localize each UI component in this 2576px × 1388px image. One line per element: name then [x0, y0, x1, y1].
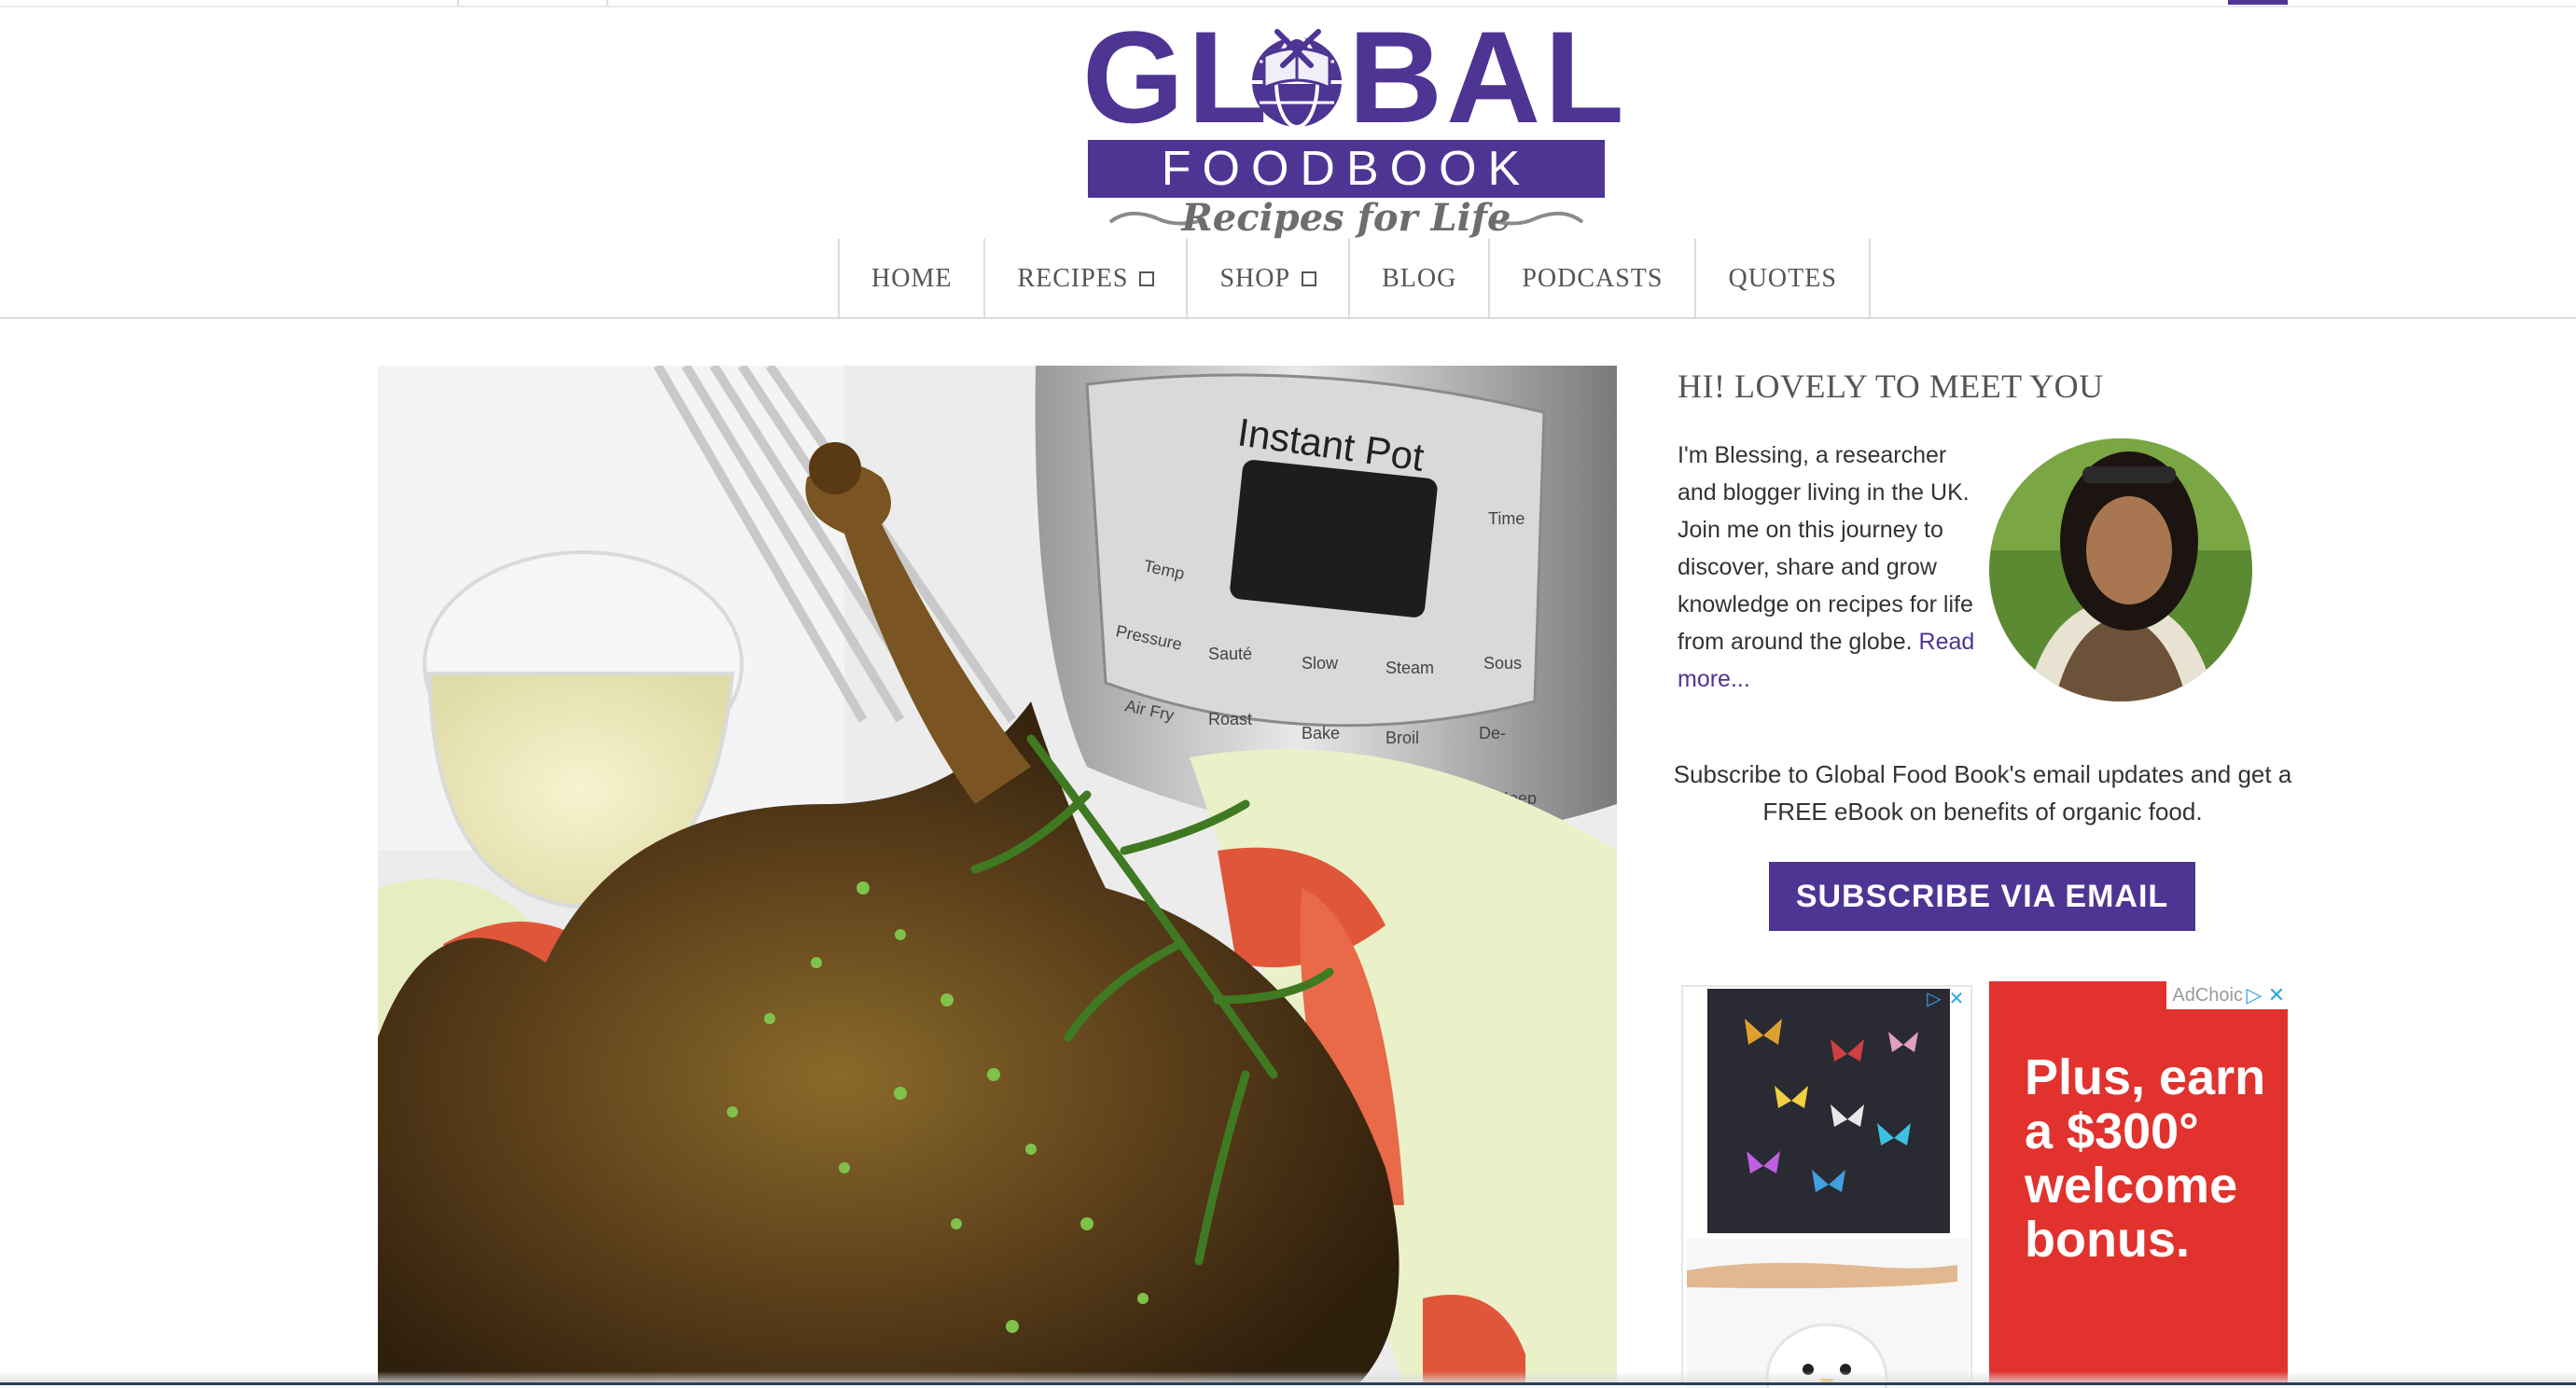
top-strip-tab[interactable] [2228, 0, 2288, 5]
svg-text:Broil: Broil [1385, 729, 1419, 747]
square-caret-icon [1139, 271, 1155, 286]
nav-item-home[interactable]: HOME [840, 239, 986, 319]
svg-text:Slow: Slow [1302, 654, 1339, 673]
adchoices-icon[interactable]: ▷ [2243, 983, 2265, 1007]
night-light-image[interactable] [1687, 1239, 1969, 1388]
svg-text:Sous: Sous [1483, 654, 1522, 673]
nav-item-recipes[interactable]: RECIPES [985, 239, 1189, 319]
adchoices-label: AdChoic [2172, 984, 2243, 1006]
nav-label: SHOP [1219, 264, 1291, 293]
nav-label: RECIPES [1017, 264, 1129, 293]
ad-choices[interactable]: AdChoic ▷ ✕ [2166, 981, 2288, 1009]
main-nav: HOME RECIPES SHOP BLOG PODCASTS QUOTES [838, 239, 1871, 319]
nav-divider [0, 317, 2576, 319]
logo-word-part2: BAL [1348, 4, 1628, 150]
roast-chicken-photo: Instant Pot Temp Time Pressure Sauté Slo… [378, 366, 1617, 1385]
site-logo[interactable]: GL BAL FOODBOOK Recipes for Life [1082, 4, 1624, 243]
svg-text:Steam: Steam [1385, 659, 1434, 677]
sidebar-title: HI! LOVELY TO MEET YOU [1678, 368, 2104, 405]
nav-label: HOME [871, 264, 953, 293]
author-bio: I'm Blessing, a researcher and blogger l… [1678, 437, 1985, 698]
close-icon[interactable]: ✕ [2265, 983, 2288, 1007]
logo-band: FOODBOOK [1088, 140, 1605, 198]
nav-item-shop[interactable]: SHOP [1188, 239, 1351, 319]
top-strip-divider [606, 0, 608, 6]
nav-item-blog[interactable]: BLOG [1350, 239, 1491, 319]
nav-label: BLOG [1382, 264, 1457, 293]
nav-item-podcasts[interactable]: PODCASTS [1490, 239, 1697, 319]
author-bio-text: I'm Blessing, a researcher and blogger l… [1678, 442, 1973, 655]
ad-controls: ▷ ✕ [1924, 989, 1967, 1009]
logo-word-part1: GL [1082, 4, 1272, 150]
svg-text:Time: Time [1488, 509, 1525, 528]
adchoices-icon[interactable]: ▷ [1924, 989, 1944, 1009]
svg-text:Bake: Bake [1302, 724, 1340, 743]
top-strip [0, 0, 2576, 7]
logo-tagline: Recipes for Life [1181, 196, 1511, 240]
butterfly-lights-image[interactable] [1707, 989, 1950, 1233]
top-strip-divider [457, 0, 459, 6]
ad-credit-card[interactable]: AdChoic ▷ ✕ Plus, earn a $300° welcome b… [1989, 981, 2288, 1385]
svg-text:Sauté: Sauté [1208, 645, 1252, 663]
svg-text:De-: De- [1479, 724, 1506, 743]
close-icon[interactable]: ✕ [1946, 989, 1967, 1009]
nav-label: QUOTES [1728, 264, 1837, 293]
svg-text:Roast: Roast [1208, 710, 1252, 729]
avatar [1989, 438, 2252, 701]
hero-image[interactable]: Instant Pot Temp Time Pressure Sauté Slo… [378, 366, 1617, 1385]
globe-book-icon [1252, 29, 1342, 129]
nav-label: PODCASTS [1522, 264, 1664, 293]
subscribe-text: Subscribe to Global Food Book's email up… [1673, 760, 2292, 826]
square-caret-icon [1302, 271, 1317, 286]
nav-item-quotes[interactable]: QUOTES [1696, 239, 1871, 319]
ad-headline: Plus, earn a $300° welcome bonus. [2025, 1049, 2266, 1268]
subscribe-button[interactable]: SUBSCRIBE VIA EMAIL [1769, 862, 2195, 931]
ad-product[interactable]: ▷ ✕ [1681, 985, 1972, 1388]
